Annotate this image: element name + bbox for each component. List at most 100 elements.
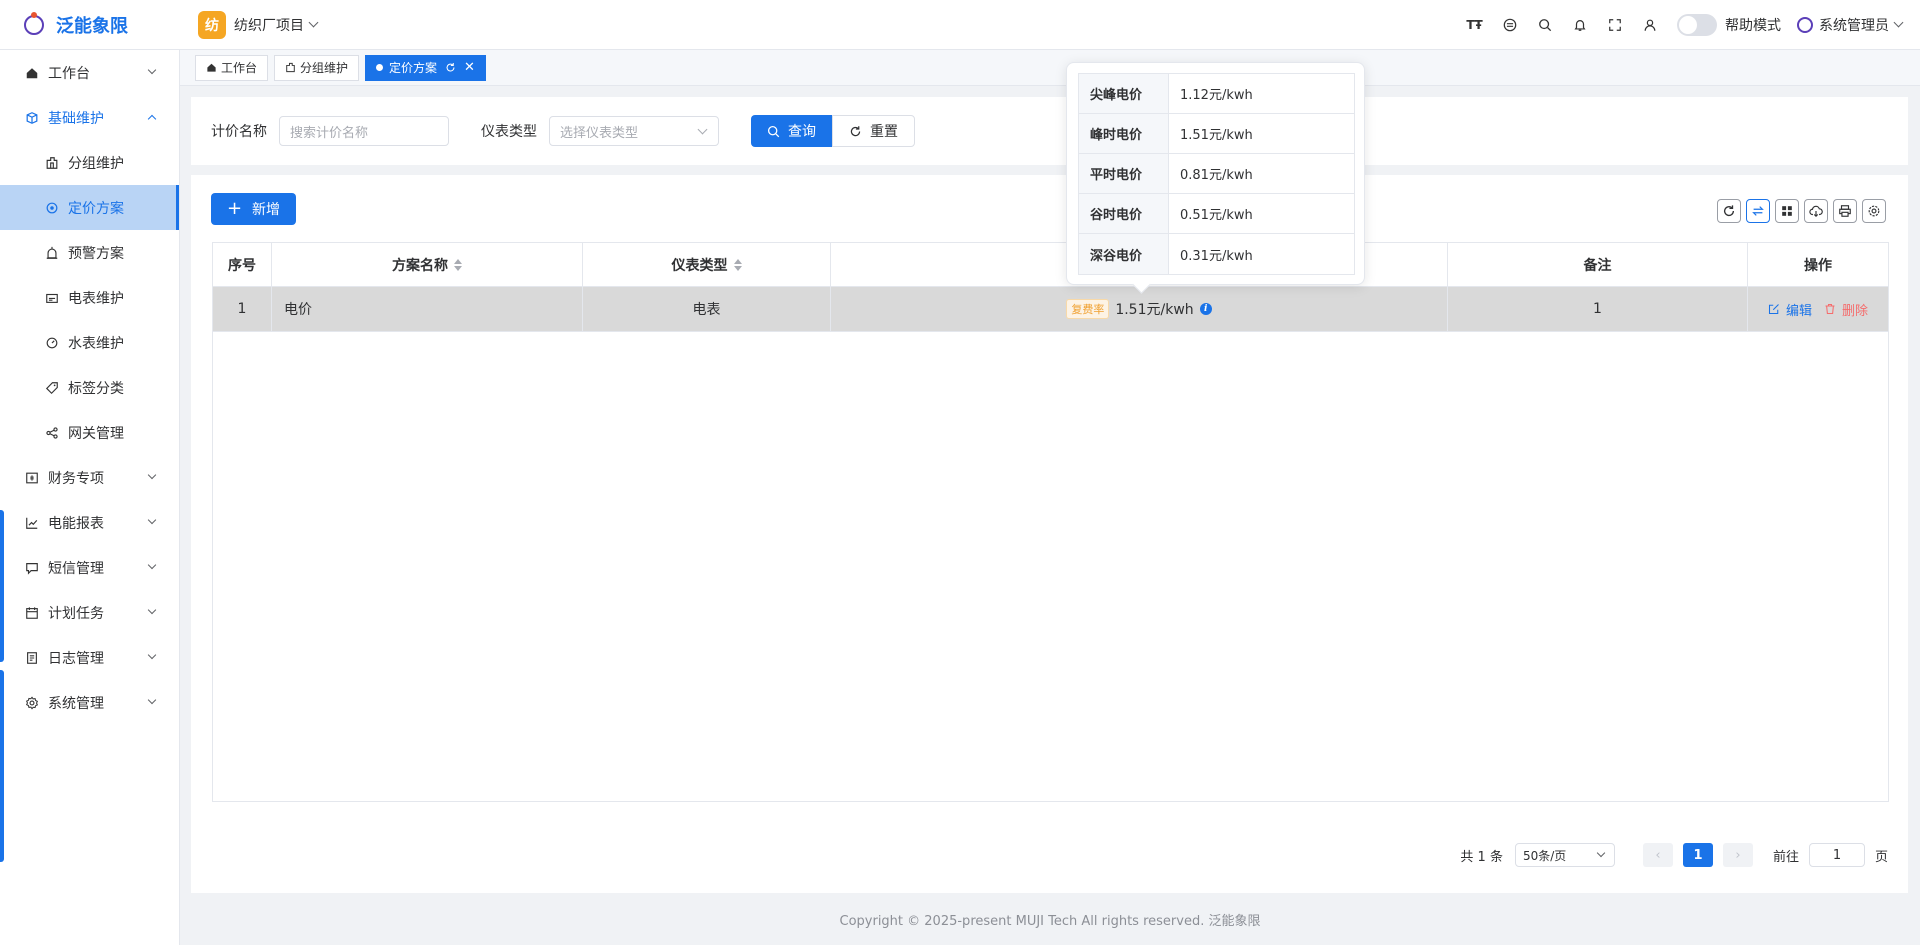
sidebar-item-label: 系统管理 [48,695,104,712]
sidebar-item-log[interactable]: 日志管理 [0,635,179,680]
price-row: 平时电价 0.81元/kwh [1079,154,1354,194]
print-icon[interactable] [1833,199,1857,223]
name-search-input[interactable]: 搜索计价名称 [279,116,449,146]
sidebar-item-group-maintenance[interactable]: 分组维护 [0,140,179,185]
prev-page-button[interactable]: ‹ [1642,843,1673,867]
building-icon [286,62,295,73]
fullscreen-icon[interactable] [1597,15,1632,35]
refresh-icon[interactable] [445,62,456,73]
search-icon[interactable] [1527,15,1562,35]
edit-button[interactable]: 编辑 [1768,300,1812,319]
font-size-icon[interactable]: TŦ [1457,15,1492,35]
add-button[interactable]: + 新增 [211,193,296,225]
sidebar-item-label: 定价方案 [68,200,124,217]
settings-icon[interactable] [1862,199,1886,223]
calendar-icon [24,605,40,621]
close-icon[interactable]: ✕ [464,60,475,75]
next-page-button[interactable]: › [1722,843,1753,867]
page-number-button[interactable]: 1 [1682,843,1713,867]
sidebar-item-label: 基础维护 [48,110,104,127]
user-icon[interactable] [1632,15,1667,35]
delete-label: 删除 [1842,303,1869,319]
table-row[interactable]: 1 电价 电表 复费率 1.51元/kwh i 1 编辑 删除 [213,287,1888,332]
sidebar-item-energy-report[interactable]: 电能报表 [0,500,179,545]
price-detail-table: 尖峰电价 1.12元/kwh 峰时电价 1.51元/kwh 平时电价 0.81元… [1078,73,1355,275]
delete-button[interactable]: 删除 [1824,300,1868,319]
building-icon [44,155,60,171]
price-row: 谷时电价 0.51元/kwh [1079,194,1354,234]
sidebar: 工作台 基础维护 分组维护 定价方案 预警方案 电表维护 水表维护 标签分类 网… [0,50,180,945]
cell-meter-type: 电表 [583,287,831,331]
header-index: 序号 [213,243,272,286]
footer-copyright: Copyright © 2025-present MUJI Tech All r… [839,914,1261,929]
main-panel: + 新增 序号 方案名称 仪表类型 备注 操作 1 电价 电表 复费率 1.51… [191,175,1908,893]
help-mode-toggle[interactable] [1677,13,1717,36]
pagination: 共 1 条 50条/页 ‹ 1 › 前往 1 页 [1460,843,1888,867]
sidebar-item-gateway[interactable]: 网关管理 [0,410,179,455]
project-switcher[interactable]: 纺 纺织厂项目 [198,10,319,39]
info-icon[interactable]: i [1199,303,1212,315]
message-icon [24,560,40,576]
sidebar-item-electric-meter[interactable]: 电表维护 [0,275,179,320]
sidebar-item-label: 分组维护 [68,155,124,172]
sort-icon[interactable] [454,258,462,271]
header-label: 序号 [228,257,256,274]
grid-icon[interactable] [1775,199,1799,223]
gauge-icon [44,335,60,351]
query-button[interactable]: 查询 [751,115,832,147]
user-name: 系统管理员 [1819,17,1889,34]
user-menu[interactable]: 系统管理员 [1797,15,1904,35]
chevron-down-icon [147,470,157,480]
price-value: 1.51元/kwh [1180,128,1253,143]
font-size-icon-text: TŦ [1466,17,1483,32]
price-value: 0.81元/kwh [1180,168,1253,183]
sidebar-item-label: 电表维护 [68,290,124,307]
header-meter-type[interactable]: 仪表类型 [583,243,831,286]
chevron-down-icon [147,560,157,570]
sidebar-item-label: 标签分类 [68,380,124,397]
sidebar-item-label: 计划任务 [48,605,104,622]
reset-button[interactable]: 重置 [832,115,915,147]
tab-workbench[interactable]: 工作台 [195,54,269,81]
price-value: 1.12元/kwh [1180,88,1253,103]
refresh-icon[interactable] [1717,199,1741,223]
refresh-icon [850,125,861,136]
gear-icon [24,695,40,711]
theme-icon[interactable] [1492,15,1527,35]
meter-type-select[interactable]: 选择仪表类型 [549,116,719,146]
tab-group-maintenance[interactable]: 分组维护 [274,54,360,81]
cloud-download-icon[interactable] [1804,199,1828,223]
sidebar-item-workbench[interactable]: 工作台 [0,50,179,95]
header-actions: 操作 [1748,243,1888,286]
tab-pricing-plan[interactable]: 定价方案 ✕ [365,54,486,81]
sidebar-item-scheduled-task[interactable]: 计划任务 [0,590,179,635]
sidebar-item-sms[interactable]: 短信管理 [0,545,179,590]
bell-icon[interactable] [1562,15,1597,35]
sidebar-item-alert-plan[interactable]: 预警方案 [0,230,179,275]
sidebar-item-tag-category[interactable]: 标签分类 [0,365,179,410]
box-icon [24,110,40,126]
sidebar-item-water-meter[interactable]: 水表维护 [0,320,179,365]
price-value: 0.31元/kwh [1180,248,1253,264]
sidebar-item-system[interactable]: 系统管理 [0,680,179,725]
edit-icon [1768,304,1779,315]
sort-icon[interactable] [733,258,742,271]
sidebar-item-pricing-plan[interactable]: 定价方案 [0,185,179,230]
header-plan-name[interactable]: 方案名称 [272,243,583,286]
chevron-down-icon [1893,17,1904,28]
page-size-select[interactable]: 50条/页 [1514,843,1615,867]
reset-label: 重置 [870,124,898,140]
jump-page-input[interactable]: 1 [1808,843,1865,867]
sidebar-item-basic-maintenance[interactable]: 基础维护 [0,95,179,140]
logo-text: 泛能象限 [56,15,128,37]
table-header: 序号 方案名称 仪表类型 备注 操作 [213,243,1888,287]
sidebar-item-finance[interactable]: 财务专项 [0,455,179,500]
home-icon [207,63,216,72]
price-key: 深谷电价 [1079,234,1169,274]
app-logo[interactable]: 泛能象限 [0,11,180,38]
jump-label: 前往 [1772,849,1799,865]
active-dot-icon [376,64,384,71]
chevron-down-icon [1596,848,1606,858]
swap-icon[interactable] [1746,199,1770,223]
header-label: 备注 [1583,257,1612,274]
